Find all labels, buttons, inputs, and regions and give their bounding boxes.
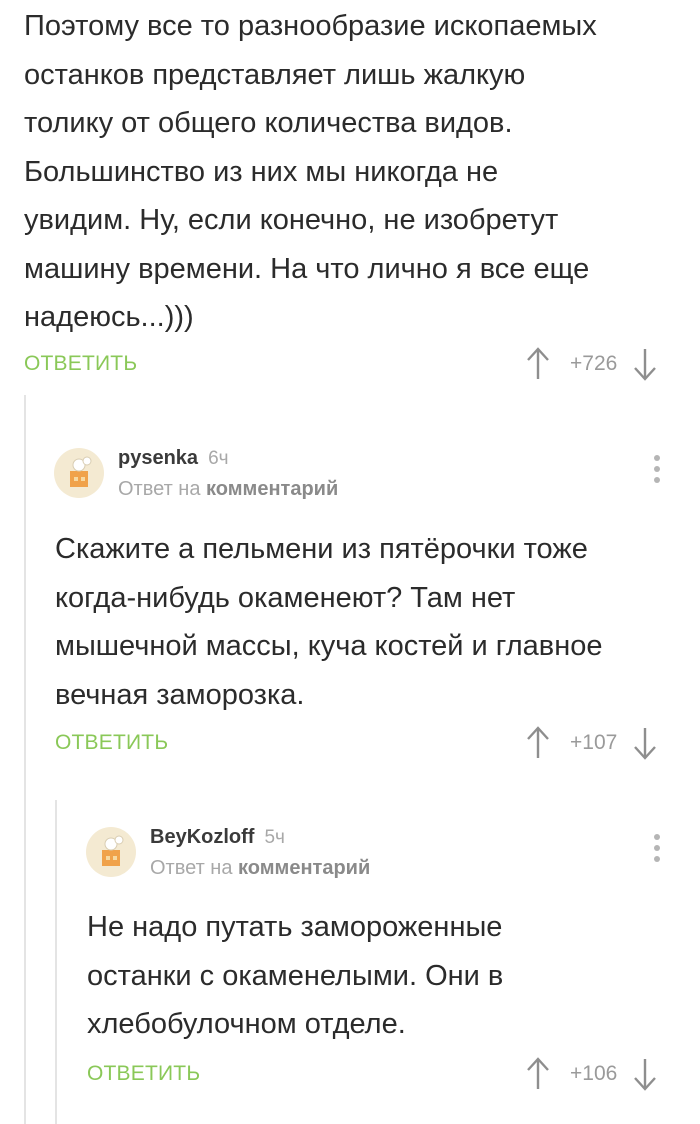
vote-controls: +107	[524, 725, 659, 761]
username-text[interactable]: pysenka	[118, 447, 198, 469]
default-avatar-icon[interactable]	[86, 827, 136, 877]
comment-time: 5ч	[264, 827, 285, 848]
comment-body: Поэтому все то разнообразие ископаемых о…	[24, 2, 684, 342]
more-vertical-icon[interactable]	[651, 834, 663, 868]
rating-value: +726	[570, 352, 618, 375]
comment-line: Поэтому все то разнообразие ископаемых	[24, 10, 597, 42]
reply-to-info: Ответ на комментарий	[150, 857, 370, 880]
arrow-down-icon[interactable]	[631, 346, 659, 382]
vote-controls: +726	[524, 346, 659, 382]
default-avatar-icon[interactable]	[54, 448, 104, 498]
comment-line: останков представляет лишь жалкую	[24, 58, 526, 91]
thread-line-level1	[24, 395, 26, 1124]
reply-to-link[interactable]: комментарий	[238, 857, 370, 879]
username[interactable]: BeyKozloff 5ч	[150, 826, 285, 849]
rating-value: +107	[570, 731, 618, 754]
rating-value: +106	[570, 1062, 618, 1085]
comment-line: когда-нибудь окаменеют? Там нет	[55, 581, 516, 614]
comment-line: вечная заморозка.	[55, 678, 305, 711]
username[interactable]: pysenka 6ч	[118, 447, 229, 470]
more-vertical-icon[interactable]	[651, 455, 663, 489]
reply-button[interactable]: ОТВЕТИТЬ	[87, 1062, 200, 1086]
comment-line: Не надо путать замороженные	[87, 911, 503, 943]
reply-button[interactable]: ОТВЕТИТЬ	[24, 352, 137, 376]
comment-line: мышечной массы, куча костей и главное	[55, 630, 603, 662]
reply-to-prefix: Ответ на	[150, 857, 233, 879]
arrow-up-icon[interactable]	[524, 1056, 552, 1092]
thread-line-level2	[55, 800, 57, 1124]
comment-line: останки с окаменелыми. Они в	[87, 959, 504, 992]
reply-to-info: Ответ на комментарий	[118, 478, 338, 501]
vote-controls: +106	[524, 1056, 659, 1092]
reply-button[interactable]: ОТВЕТИТЬ	[55, 731, 168, 755]
username-text[interactable]: BeyKozloff	[150, 826, 254, 848]
comment-line: надеюсь...)))	[24, 301, 194, 333]
comment-line: хлебобулочном отделе.	[87, 1008, 406, 1040]
arrow-down-icon[interactable]	[631, 1056, 659, 1092]
comment-line: Большинство из них мы никогда не	[24, 155, 499, 188]
comment-body: Скажите а пельмени из пятёрочки тоже ког…	[55, 525, 685, 719]
comment-body: Не надо путать замороженные останки с ок…	[87, 903, 687, 1049]
reply-to-link[interactable]: комментарий	[206, 478, 338, 500]
comment-line: увидим. Ну, если конечно, не изобретут	[24, 204, 559, 236]
arrow-down-icon[interactable]	[631, 725, 659, 761]
comment-line: Скажите а пельмени из пятёрочки тоже	[55, 533, 588, 565]
arrow-up-icon[interactable]	[524, 725, 552, 761]
comment-line: толику от общего количества видов.	[24, 107, 513, 139]
comment-time: 6ч	[208, 448, 229, 469]
comment-line: машину времени. На что лично я все еще	[24, 252, 590, 285]
reply-to-prefix: Ответ на	[118, 478, 201, 500]
arrow-up-icon[interactable]	[524, 346, 552, 382]
